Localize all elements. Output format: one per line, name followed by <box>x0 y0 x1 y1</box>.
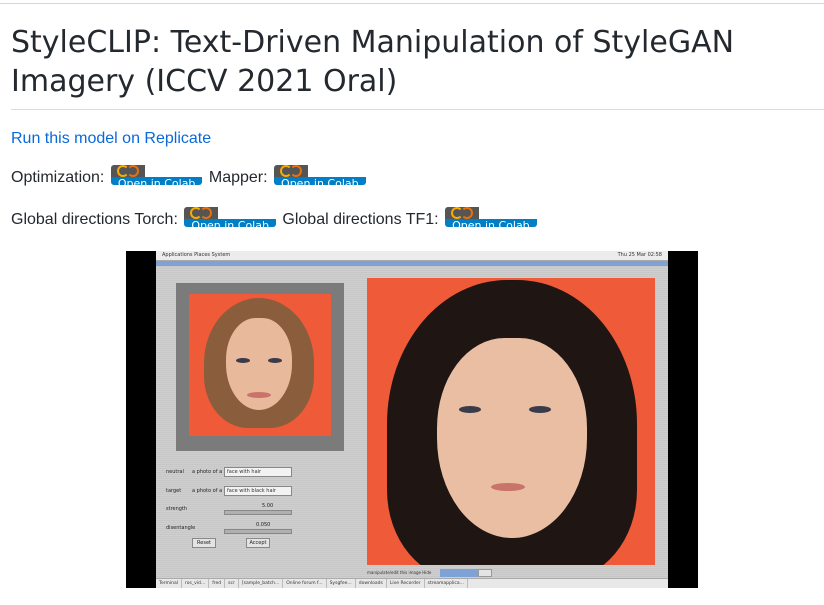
strength-slider[interactable] <box>224 510 292 515</box>
taskbar-item[interactable]: [sample_batch... <box>239 579 284 588</box>
mapper-colab-badge[interactable]: Open in Colab <box>274 165 366 185</box>
colab-icon <box>184 207 219 219</box>
colab-row-2: Global directions Torch: Open in Colab G… <box>11 207 539 230</box>
colab-icon <box>274 165 309 177</box>
taskbar-item[interactable]: streamapplica... <box>425 579 468 588</box>
neutral-text-input[interactable]: face with hair <box>224 467 292 477</box>
source-portrait <box>189 294 331 436</box>
optimization-colab-badge[interactable]: Open in Colab <box>110 165 203 185</box>
colab-icon <box>445 207 480 219</box>
badge-label: Open in Colab <box>184 219 276 227</box>
colab-icon <box>110 165 145 177</box>
badge-label: Open in Colab <box>110 177 203 185</box>
taskbar-item[interactable]: scr <box>225 579 239 588</box>
reset-button[interactable]: Reset <box>192 538 216 548</box>
global-torch-label: Global directions Torch: <box>11 211 178 228</box>
desktop-screenshot: Applications Places System Thu 25 Mar 02… <box>156 251 668 588</box>
neutral-label: neutral <box>166 469 184 475</box>
desktop-taskbar: Terminal ros_vid... fred scr [sample_bat… <box>156 578 668 588</box>
top-divider <box>0 3 824 4</box>
global-tf1-colab-badge[interactable]: Open in Colab <box>445 207 537 227</box>
taskbar-item[interactable]: Terminal <box>156 579 183 588</box>
mapper-label: Mapper: <box>208 169 268 186</box>
target-text-input[interactable]: face with black hair <box>224 486 292 496</box>
colab-row-1: Optimization: Open in Colab Mapper: Open… <box>11 165 368 188</box>
taskbar-item[interactable]: Sysgfee... <box>327 579 356 588</box>
taskbar-item[interactable]: downloads <box>356 579 387 588</box>
optimization-label: Optimization: <box>11 169 105 186</box>
strength-label: strength <box>166 506 188 512</box>
demo-gif: Applications Places System Thu 25 Mar 02… <box>126 251 698 588</box>
disentangle-slider[interactable] <box>224 529 292 534</box>
taskbar-item[interactable]: fred <box>209 579 226 588</box>
disentangle-value: 0.050 <box>256 522 271 528</box>
desktop-menu: Applications Places System <box>162 252 231 258</box>
taskbar-item[interactable]: Online forum f... <box>283 579 327 588</box>
target-prefix: a photo of a <box>192 488 223 494</box>
badge-label: Open in Colab <box>445 219 537 227</box>
styleclip-app-window: neutral a photo of a face with hair targ… <box>156 266 668 578</box>
badge-label: Open in Colab <box>274 177 366 185</box>
source-image-frame <box>176 283 344 451</box>
taskbar-item[interactable]: Live Recorder <box>387 579 425 588</box>
global-tf1-label: Global directions TF1: <box>282 211 439 228</box>
disentangle-label: disentangle <box>166 525 196 531</box>
page-title: StyleCLIP: Text-Driven Manipulation of S… <box>11 25 735 99</box>
manipulate-button[interactable] <box>440 569 478 577</box>
title-divider <box>11 109 824 110</box>
global-torch-colab-badge[interactable]: Open in Colab <box>184 207 276 227</box>
neutral-prefix: a photo of a <box>192 469 223 475</box>
desktop-top-bar: Applications Places System Thu 25 Mar 02… <box>156 251 668 261</box>
manipulated-portrait <box>367 278 655 565</box>
desktop-clock: Thu 25 Mar 02:58 <box>617 252 662 258</box>
replicate-link[interactable]: Run this model on Replicate <box>11 130 211 148</box>
hide-button[interactable] <box>478 569 492 577</box>
taskbar-item[interactable]: ros_vid... <box>182 579 210 588</box>
accept-button[interactable]: Accept <box>246 538 270 548</box>
strength-value: 5.00 <box>262 503 274 509</box>
target-label: target <box>166 488 182 494</box>
